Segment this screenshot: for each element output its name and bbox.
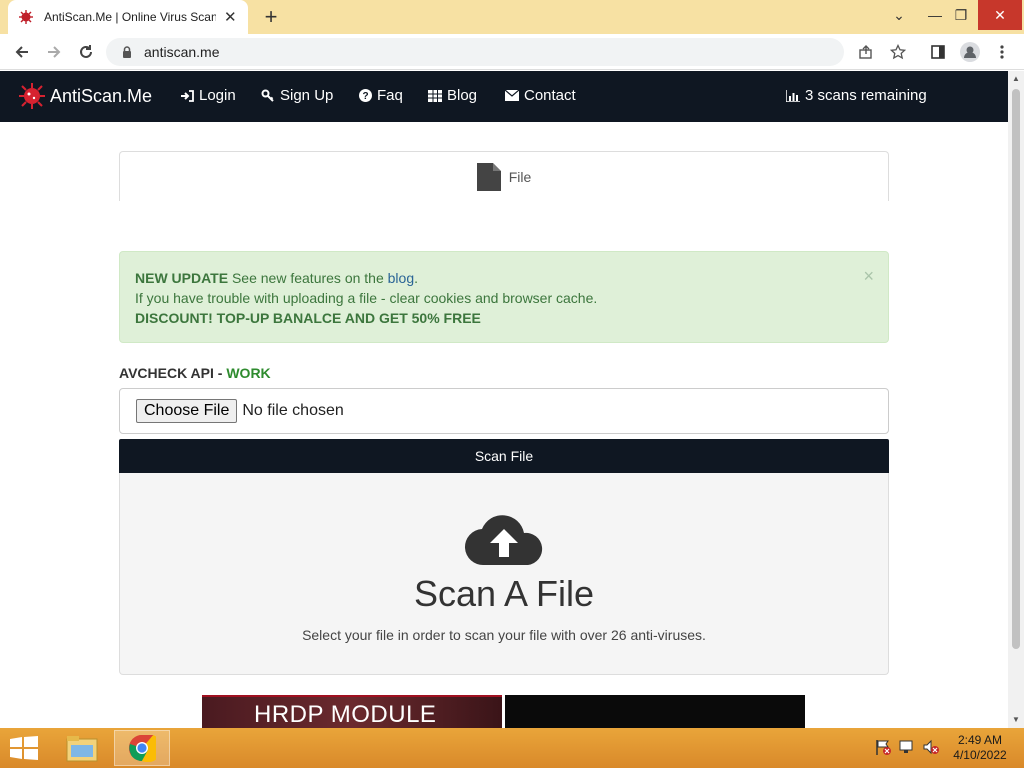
site-navbar: AntiScan.Me Login Sign Up ? Faq Blog Con…	[0, 71, 1008, 122]
scan-dropzone[interactable]: Scan A File Select your file in order to…	[119, 473, 889, 675]
brand-name: AntiScan.Me	[50, 85, 153, 106]
question-circle-icon: ?	[359, 89, 372, 102]
share-icon[interactable]	[854, 40, 878, 64]
network-icon[interactable]	[898, 738, 916, 756]
url-text: antiscan.me	[144, 44, 220, 60]
api-status: AVCHECK API - WORK	[119, 365, 271, 381]
lock-icon	[123, 46, 131, 58]
scroll-up-arrow-icon[interactable]: ▲	[1008, 71, 1024, 87]
alert-close-icon[interactable]: ×	[863, 266, 874, 286]
address-bar: antiscan.me	[0, 34, 1024, 70]
tab-file[interactable]: File	[119, 151, 889, 201]
no-file-text: No file chosen	[242, 402, 344, 419]
nav-login-link[interactable]: Login	[180, 87, 236, 104]
api-label: AVCHECK API -	[119, 365, 227, 381]
brand-link[interactable]: AntiScan.Me	[18, 82, 152, 110]
side-panel-icon[interactable]	[926, 40, 950, 64]
profile-avatar-icon[interactable]	[958, 40, 982, 64]
back-arrow-icon[interactable]	[10, 40, 34, 64]
sign-in-icon	[180, 89, 194, 102]
hrdp-module-banner[interactable]: HRDP MODULE	[202, 695, 502, 728]
update-label: NEW UPDATE	[135, 270, 229, 286]
scan-file-button[interactable]: Scan File	[119, 439, 889, 473]
action-center-flag-icon[interactable]	[874, 738, 892, 756]
nav-faq-link[interactable]: ? Faq	[359, 87, 403, 104]
key-icon	[261, 89, 275, 103]
page-scrollbar[interactable]: ▲ ▼	[1008, 71, 1024, 728]
table-icon	[428, 89, 442, 102]
update-text: See new features on the	[228, 270, 388, 286]
clock-time: 2:49 AM	[957, 733, 1003, 747]
tab-file-label: File	[508, 168, 532, 185]
virus-logo-icon	[19, 83, 45, 109]
reload-icon[interactable]	[74, 40, 98, 64]
update-alert: NEW UPDATE See new features on the blog.…	[119, 251, 889, 343]
scan-title: Scan A File	[413, 573, 595, 614]
cloud-upload-icon	[464, 515, 543, 566]
browser-menu-icon[interactable]	[990, 40, 1014, 64]
banner-text: HRDP MODULE	[254, 701, 437, 728]
volume-muted-icon[interactable]	[922, 738, 940, 756]
ad-banner[interactable]	[505, 695, 805, 728]
scans-remaining-link[interactable]: 3 scans remaining	[786, 87, 927, 104]
tab-close-icon[interactable]: ✕	[224, 8, 237, 26]
url-omnibox[interactable]: antiscan.me	[106, 38, 844, 66]
file-input[interactable]: Choose File No file chosen	[119, 388, 889, 434]
svg-text:?: ?	[362, 91, 368, 102]
new-tab-button[interactable]: +	[258, 4, 284, 30]
blog-link[interactable]: blog	[388, 270, 414, 286]
nav-blog-link[interactable]: Blog	[428, 87, 477, 104]
clock-date: 4/10/2022	[953, 748, 1007, 762]
window-close-button[interactable]: ✕	[978, 0, 1022, 30]
trouble-text: If you have trouble with uploading a fil…	[135, 290, 598, 306]
scan-subtitle: Select your file in order to scan your f…	[302, 627, 706, 643]
forward-arrow-icon[interactable]	[42, 40, 66, 64]
bookmark-star-icon[interactable]	[886, 40, 910, 64]
window-restore-button[interactable]: ❐	[944, 0, 978, 30]
bar-chart-icon	[786, 89, 800, 102]
browser-tab-bar: AntiScan.Me | Online Virus Scann ✕ + ⌄ —…	[0, 0, 1024, 34]
virus-favicon-icon	[18, 9, 34, 25]
file-explorer-taskbar-icon[interactable]	[54, 730, 110, 766]
api-status-value: WORK	[226, 365, 271, 381]
file-icon	[476, 162, 501, 191]
windows-taskbar: 2:49 AM 4/10/2022	[0, 728, 1024, 768]
scroll-down-arrow-icon[interactable]: ▼	[1008, 712, 1024, 728]
nav-contact-link[interactable]: Contact	[505, 87, 576, 104]
nav-signup-link[interactable]: Sign Up	[261, 87, 333, 104]
choose-file-button[interactable]: Choose File	[136, 399, 238, 423]
tab-title: AntiScan.Me | Online Virus Scann	[44, 10, 216, 24]
browser-tab[interactable]: AntiScan.Me | Online Virus Scann ✕	[8, 0, 248, 34]
tab-search-chevron-icon[interactable]: ⌄	[882, 0, 916, 30]
windows-start-icon[interactable]	[8, 736, 40, 760]
envelope-icon	[505, 90, 519, 101]
chrome-taskbar-icon[interactable]	[114, 730, 170, 766]
taskbar-clock[interactable]: 2:49 AM 4/10/2022	[944, 733, 1016, 763]
scroll-thumb[interactable]	[1012, 89, 1020, 649]
discount-text: DISCOUNT! TOP-UP BANALCE AND GET 50% FRE…	[135, 310, 481, 326]
